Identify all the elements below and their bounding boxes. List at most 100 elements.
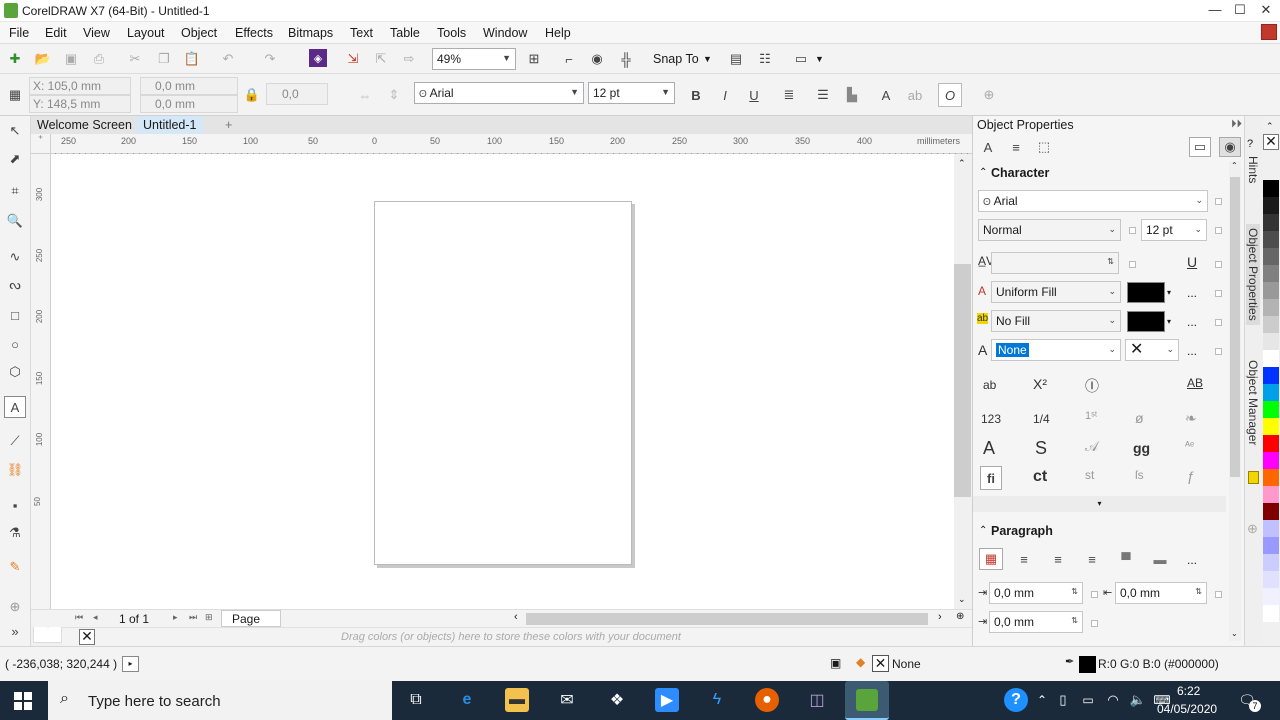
clock-time[interactable]: 6:22 (1177, 684, 1200, 698)
outline-color-select[interactable]: ✕ ⌄ (1125, 339, 1179, 361)
page-tab[interactable]: Page 1 (221, 610, 281, 640)
palette-swatch[interactable] (1263, 299, 1279, 316)
export-icon[interactable]: ⇱ (372, 50, 390, 68)
menu-table[interactable]: Table (390, 26, 420, 40)
chevron-down-icon[interactable]: ▾ (1167, 288, 1171, 297)
close-button[interactable]: ✕ (1256, 2, 1276, 20)
y-position-field[interactable]: Y: 148,5 mm (29, 95, 131, 113)
outline-select[interactable]: None ⌄ (991, 339, 1121, 361)
bold-icon[interactable]: B (687, 86, 705, 104)
menu-text[interactable]: Text (350, 26, 373, 40)
option-checkbox[interactable] (1129, 261, 1136, 268)
contextual-icon[interactable]: ᴬᵉ (1185, 440, 1194, 452)
chevron-down-icon[interactable]: ▾ (1167, 317, 1171, 326)
open-icon[interactable]: 📂 (34, 50, 52, 68)
opentype-icon[interactable]: O (938, 83, 962, 107)
add-icon[interactable]: ⊕ (980, 86, 998, 104)
add-page-icon[interactable]: ⊞ (205, 612, 213, 623)
firefox-icon[interactable]: ● (755, 688, 779, 712)
crop-tool-icon[interactable]: ⌗ (6, 182, 24, 200)
fill-settings-icon[interactable]: ▣ (830, 656, 841, 670)
palette-swatch[interactable] (1263, 197, 1279, 214)
palette-swatch[interactable] (1263, 605, 1279, 622)
no-color-icon[interactable]: ✕ (79, 629, 95, 645)
new-document-icon[interactable]: ✚ (6, 50, 24, 68)
dimension-tool-icon[interactable]: ⟋ (6, 432, 24, 450)
frame-section-icon[interactable]: ⬚ (1035, 138, 1053, 156)
caps-icon[interactable]: Ⓘ (1085, 376, 1099, 396)
options-icon[interactable]: ▤ (727, 50, 745, 68)
all-caps-icon[interactable]: AB (1187, 376, 1203, 390)
background-fill-select[interactable]: No Fill ⌄ (991, 310, 1121, 332)
menu-view[interactable]: View (83, 26, 110, 40)
clock-date[interactable]: 04/05/2020 (1157, 702, 1217, 716)
option-checkbox[interactable] (1091, 591, 1098, 598)
palette-scroll-up-icon[interactable]: ⌃ (1266, 121, 1274, 132)
dropbox-icon[interactable]: ❖ (605, 688, 629, 712)
ellipse-tool-icon[interactable]: ○ (6, 335, 24, 353)
palette-swatch[interactable] (1263, 537, 1279, 554)
palette-swatch[interactable] (1263, 452, 1279, 469)
palette-swatch[interactable] (1263, 282, 1279, 299)
option-checkbox[interactable] (1215, 591, 1222, 598)
ordinals-icon[interactable]: 1ˢᵗ (1085, 410, 1097, 422)
first-line-indent-field[interactable]: 0,0 mm ⇅ (989, 582, 1083, 604)
palette-swatch[interactable] (1263, 350, 1279, 367)
tab-object-properties[interactable]: Object Properties (1246, 224, 1260, 325)
horizontal-scroll-thumb[interactable] (526, 613, 928, 625)
zoom-icon[interactable]: ⊕ (956, 611, 964, 622)
windows-start-icon[interactable] (14, 692, 32, 710)
palette-swatch[interactable] (1263, 588, 1279, 605)
mirror-horizontal-icon[interactable]: ⇔ (356, 86, 374, 104)
tab-object-manager[interactable]: Object Manager (1246, 360, 1260, 445)
taskbar-search[interactable]: ⌕ Type here to search (48, 681, 392, 720)
rulers-icon[interactable]: ⌐ (560, 50, 578, 68)
palette-swatch[interactable] (1263, 367, 1279, 384)
welcome-screen-icon[interactable]: ▭ (792, 50, 810, 68)
standard-ligatures-icon[interactable]: fi (980, 466, 1002, 490)
text-properties-icon[interactable]: A (877, 86, 895, 104)
scroll-left-icon[interactable]: ‹ (514, 611, 518, 623)
kerning-field[interactable]: ⇅ (991, 252, 1119, 274)
option-checkbox[interactable] (1215, 348, 1222, 355)
task-view-icon[interactable]: ⧉ (404, 688, 428, 712)
fill-more-button[interactable]: ... (1187, 286, 1197, 300)
scroll-thumb[interactable] (954, 264, 971, 497)
docker-expand-icon[interactable]: ⏵⏵ (1231, 118, 1242, 131)
redo-icon[interactable]: ↷ (261, 50, 279, 68)
menu-bitmaps[interactable]: Bitmaps (288, 26, 333, 40)
freehand-tool-icon[interactable]: ∿ (6, 248, 24, 266)
palette-swatch[interactable] (1263, 180, 1279, 197)
character-size-select[interactable]: 12 pt ⌄ (1141, 219, 1207, 241)
palette-swatch[interactable] (1263, 503, 1279, 520)
chevron-down-icon[interactable]: ▼ (703, 54, 712, 64)
eyedropper-tool-icon[interactable]: ✎ (6, 558, 24, 576)
option-checkbox[interactable] (1091, 620, 1098, 627)
titling-icon[interactable]: A (983, 438, 995, 459)
undo-icon[interactable]: ↶ (219, 50, 237, 68)
battery-icon[interactable]: ▭ (1080, 688, 1096, 712)
palette-swatch[interactable] (1263, 401, 1279, 418)
add-docker-icon[interactable]: ⊕ (1247, 521, 1258, 537)
show-hidden-icon[interactable]: ⌃ (1035, 688, 1049, 712)
slashed-zero-icon[interactable]: ø (1135, 410, 1144, 426)
italic-icon[interactable]: I (716, 86, 734, 104)
collapse-icon[interactable]: ⌃ (979, 525, 987, 536)
zoom-tool-icon[interactable]: 🔍 (6, 212, 24, 230)
paragraph-section-icon[interactable]: ≡ (1007, 138, 1025, 156)
right-indent-field[interactable]: 0,0 mm ⇅ (989, 611, 1083, 633)
guidelines-icon[interactable]: ╬ (617, 50, 635, 68)
coreldraw-taskbar-icon[interactable] (845, 681, 889, 720)
scroll-down-icon[interactable]: ⌄ (958, 594, 966, 605)
ornaments-icon[interactable]: ❧ (1185, 410, 1197, 427)
transparency-tool-icon[interactable]: ⚗ (6, 524, 24, 542)
menu-layout[interactable]: Layout (127, 26, 165, 40)
underline-icon[interactable]: U (1187, 254, 1197, 270)
view-mode-icon[interactable]: ◉ (588, 50, 606, 68)
help-icon[interactable]: ? (1004, 688, 1028, 712)
lock-ratio-icon[interactable]: 🔒 (243, 86, 261, 104)
font-style-select[interactable]: Normal ⌄ (978, 219, 1121, 241)
drop-cap-icon[interactable]: ▙ (843, 86, 861, 104)
width-field[interactable]: 0,0 mm (140, 77, 238, 95)
document-page[interactable] (374, 201, 632, 565)
